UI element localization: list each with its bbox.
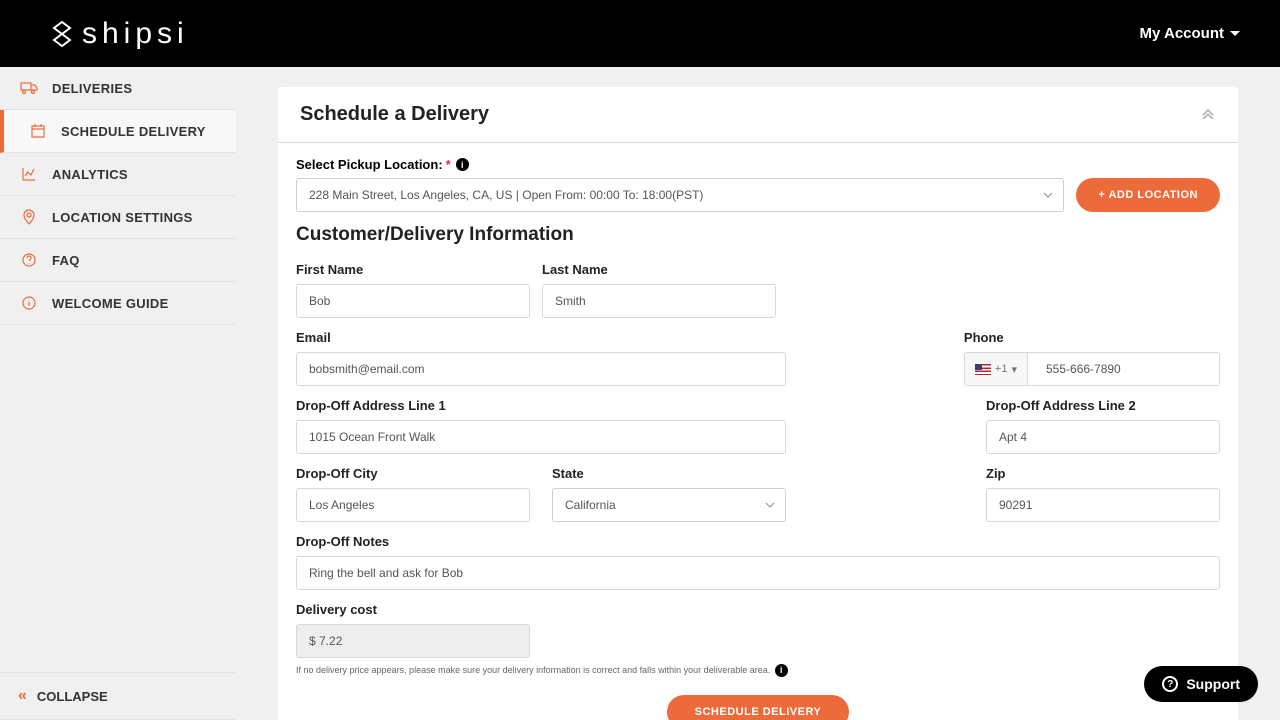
sidebar-item-schedule[interactable]: SCHEDULE DELIVERY	[0, 110, 236, 153]
state-select[interactable]: California	[552, 488, 786, 522]
first-name-label: First Name	[296, 262, 530, 277]
addr1-input[interactable]	[296, 420, 786, 454]
main-content: Schedule a Delivery Select Pickup Locati…	[236, 67, 1280, 720]
brand-text: shipsi	[82, 17, 189, 51]
question-icon: ?	[1162, 676, 1178, 692]
sidebar-item-deliveries[interactable]: DELIVERIES	[0, 67, 236, 110]
pickup-location-select[interactable]: 228 Main Street, Los Angeles, CA, US | O…	[296, 178, 1064, 212]
brand-logo: shipsi	[50, 17, 189, 51]
collapse-card-icon[interactable]	[1200, 109, 1216, 121]
customer-section-title: Customer/Delivery Information	[296, 224, 1220, 246]
first-name-input[interactable]	[296, 284, 530, 318]
support-label: Support	[1186, 676, 1240, 692]
info-icon[interactable]: i	[456, 158, 469, 171]
sidebar-item-location[interactable]: LOCATION SETTINGS	[0, 196, 236, 239]
email-label: Email	[296, 330, 786, 345]
add-location-button[interactable]: + ADD LOCATION	[1076, 178, 1220, 212]
card-header: Schedule a Delivery	[278, 87, 1238, 143]
logo-icon	[50, 20, 74, 48]
last-name-label: Last Name	[542, 262, 776, 277]
zip-input[interactable]	[986, 488, 1220, 522]
chevron-left-icon: «	[18, 687, 27, 705]
nav-label: ANALYTICS	[52, 167, 128, 182]
sidebar: DELIVERIES SCHEDULE DELIVERY ANALYTICS L…	[0, 67, 236, 720]
nav-label: SCHEDULE DELIVERY	[61, 124, 206, 139]
truck-icon	[20, 79, 38, 97]
my-account-dropdown[interactable]: My Account	[1140, 25, 1240, 42]
nav-label: LOCATION SETTINGS	[52, 210, 193, 225]
caret-down-icon	[1230, 31, 1240, 36]
phone-input[interactable]	[1028, 353, 1219, 385]
question-icon	[20, 251, 38, 269]
nav-label: WELCOME GUIDE	[52, 296, 169, 311]
nav-label: DELIVERIES	[52, 81, 132, 96]
header: shipsi My Account	[0, 0, 1280, 67]
info-icon	[20, 294, 38, 312]
zip-label: Zip	[986, 466, 1220, 481]
pin-icon	[20, 208, 38, 226]
notes-label: Drop-Off Notes	[296, 534, 1220, 549]
collapse-label: COLLAPSE	[37, 689, 108, 704]
sidebar-item-faq[interactable]: FAQ	[0, 239, 236, 282]
caret-down-icon: ▾	[1011, 363, 1017, 376]
sidebar-item-analytics[interactable]: ANALYTICS	[0, 153, 236, 196]
calendar-icon	[29, 122, 47, 140]
account-label: My Account	[1140, 25, 1224, 42]
addr2-label: Drop-Off Address Line 2	[986, 398, 1220, 413]
info-icon[interactable]: i	[775, 664, 788, 677]
pickup-label: Select Pickup Location: * i	[296, 157, 1220, 172]
schedule-delivery-button[interactable]: SCHEDULE DELIVERY	[667, 695, 850, 720]
collapse-sidebar-button[interactable]: « COLLAPSE	[0, 672, 236, 720]
addr2-input[interactable]	[986, 420, 1220, 454]
card-title: Schedule a Delivery	[300, 103, 489, 126]
cost-display	[296, 624, 530, 658]
notes-input[interactable]	[296, 556, 1220, 590]
last-name-input[interactable]	[542, 284, 776, 318]
city-label: Drop-Off City	[296, 466, 530, 481]
phone-country-select[interactable]: +1 ▾	[965, 353, 1028, 385]
state-label: State	[552, 466, 786, 481]
city-input[interactable]	[296, 488, 530, 522]
phone-label: Phone	[964, 330, 1220, 345]
addr1-label: Drop-Off Address Line 1	[296, 398, 786, 413]
cost-label: Delivery cost	[296, 602, 530, 617]
chart-icon	[20, 165, 38, 183]
schedule-card: Schedule a Delivery Select Pickup Locati…	[278, 87, 1238, 720]
nav-label: FAQ	[52, 253, 80, 268]
required-asterisk: *	[446, 157, 451, 172]
us-flag-icon	[975, 364, 991, 375]
helper-text: If no delivery price appears, please mak…	[296, 664, 1220, 677]
support-button[interactable]: ? Support	[1144, 666, 1258, 702]
email-input[interactable]	[296, 352, 786, 386]
sidebar-item-welcome[interactable]: WELCOME GUIDE	[0, 282, 236, 325]
